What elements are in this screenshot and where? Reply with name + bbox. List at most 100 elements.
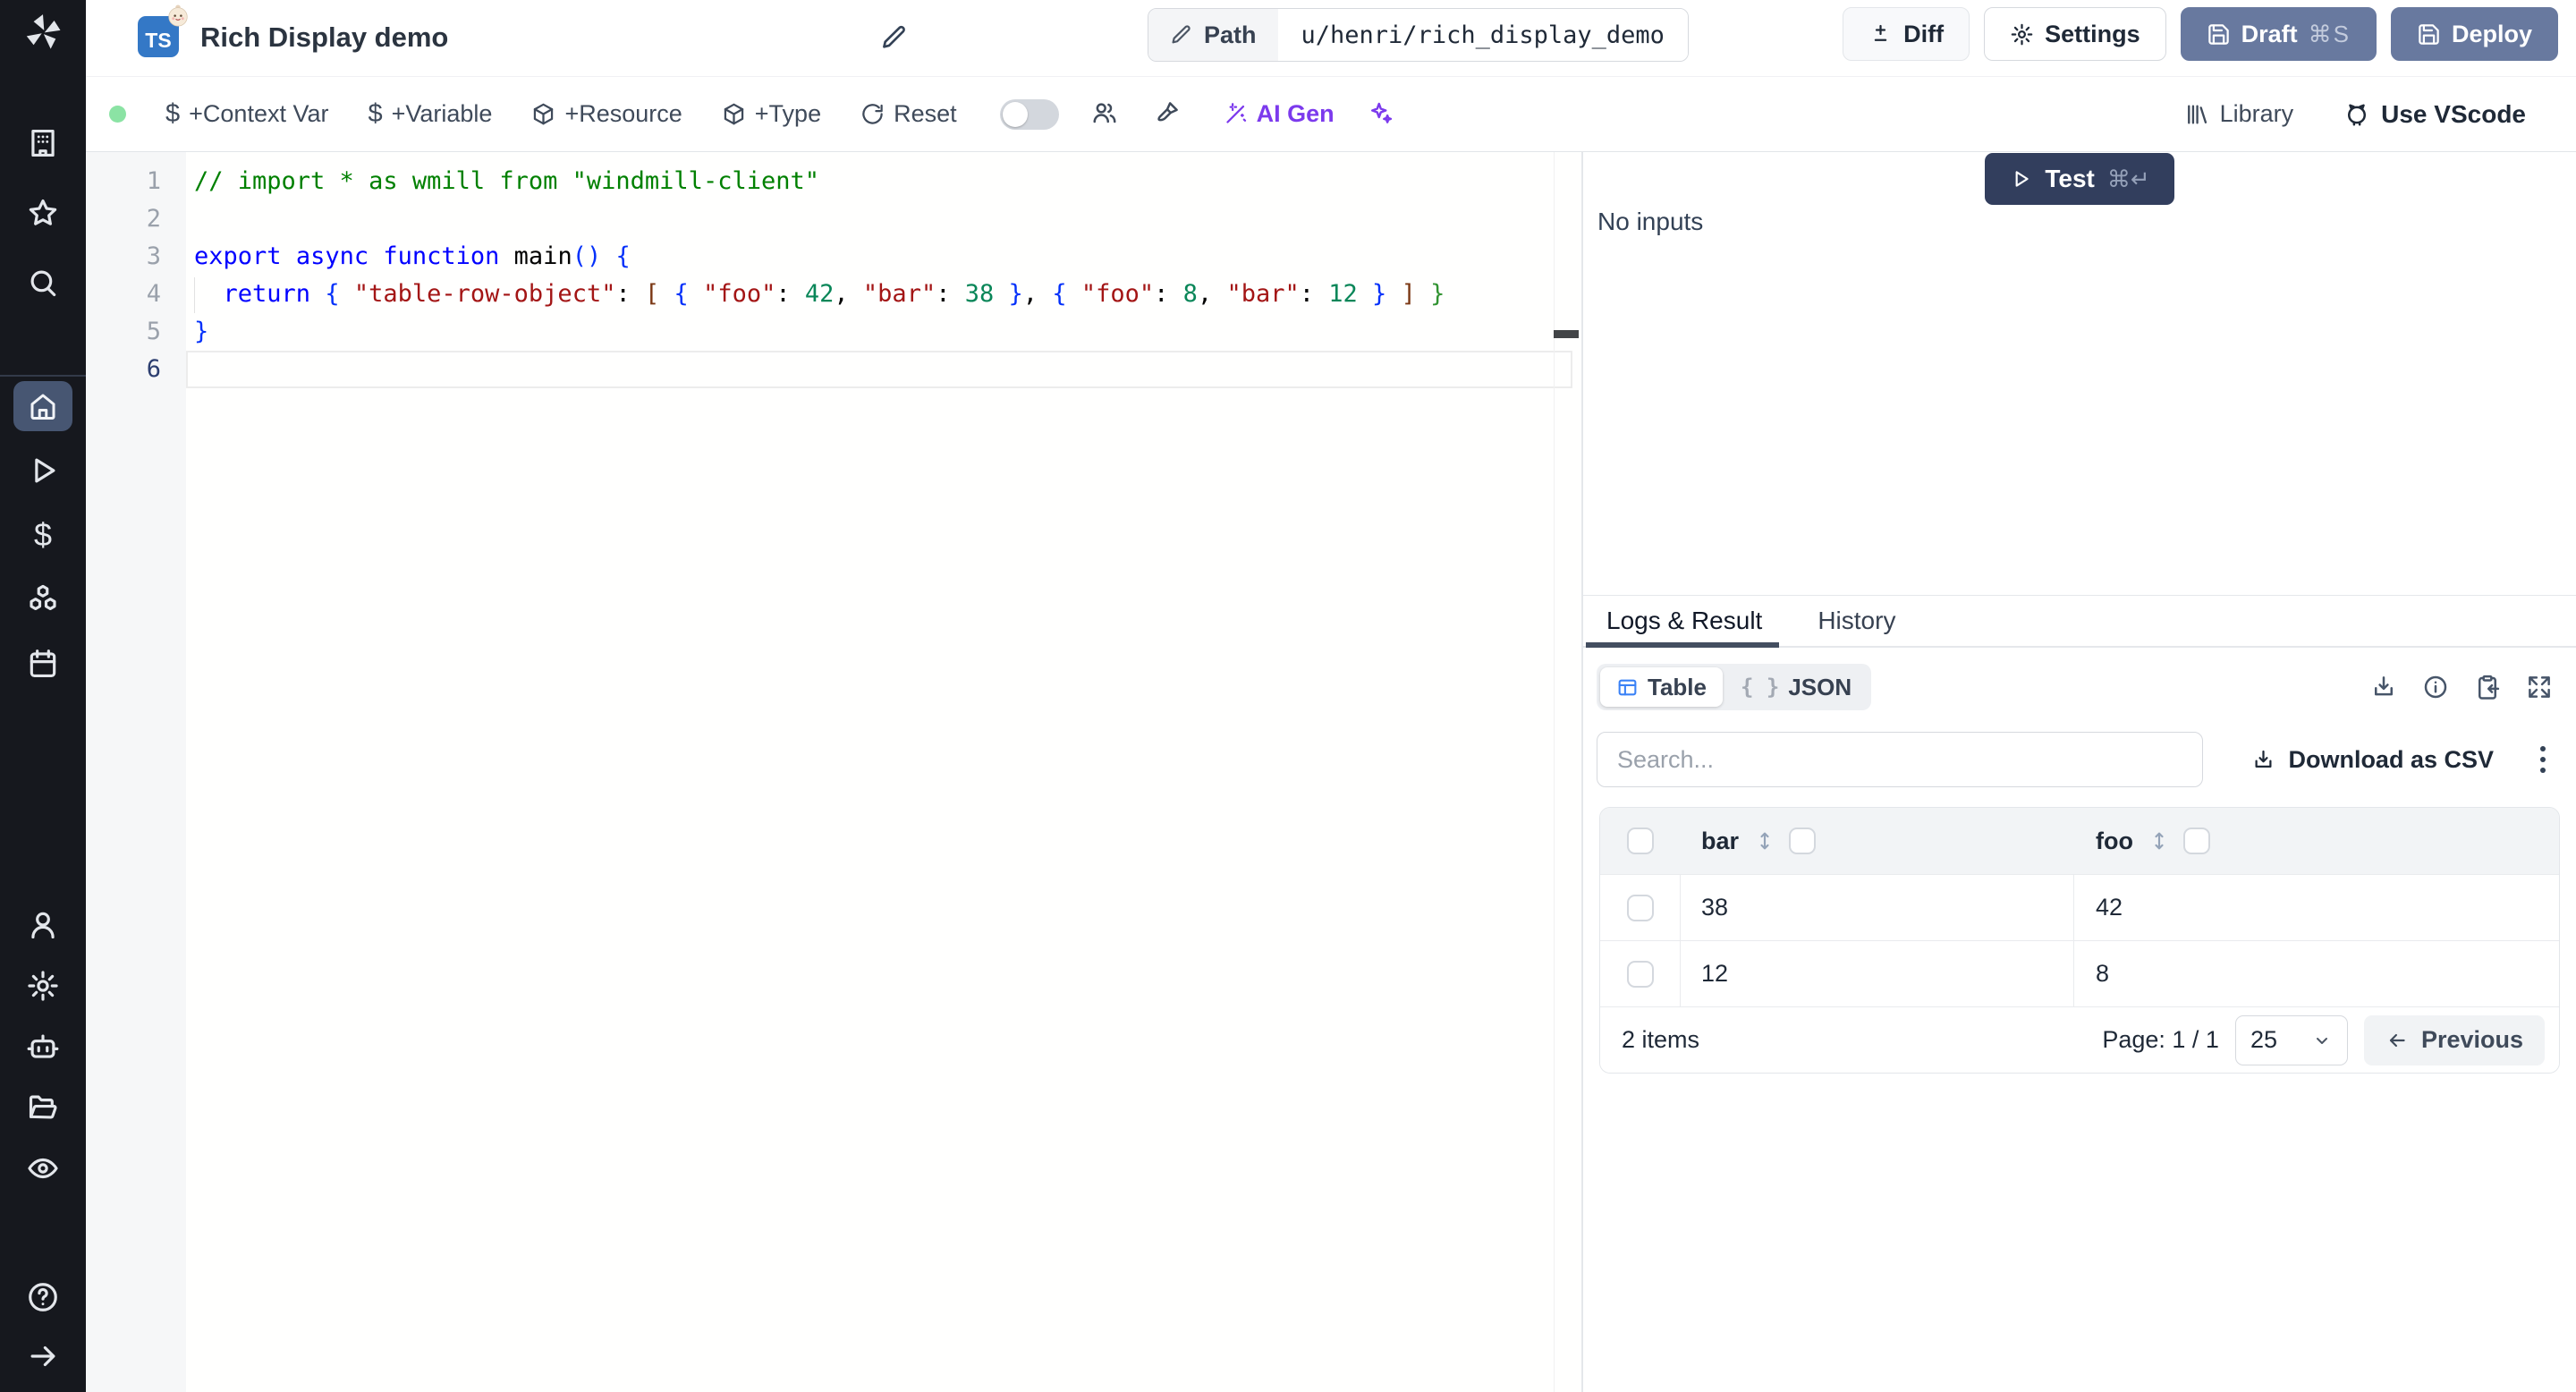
format-brush-icon[interactable]	[1154, 99, 1184, 130]
table-menu-kebab-icon[interactable]	[2535, 741, 2551, 778]
page-indicator: Page: 1 / 1	[2102, 1026, 2219, 1053]
result-table: bar foo 38 42 12 8 2 items Page: 1 / 1 25	[1599, 807, 2560, 1074]
active-tab-underline	[1586, 642, 1779, 648]
download-icon[interactable]	[2370, 674, 2397, 700]
sidebar-item-users-icon[interactable]	[25, 907, 61, 943]
sidebar-item-folders-icon[interactable]	[25, 1090, 61, 1125]
page-size-select[interactable]: 25	[2234, 1014, 2348, 1065]
tab-history[interactable]: History	[1818, 607, 1895, 635]
table-icon	[1618, 679, 1637, 695]
code-line[interactable]: // import * as wmill from "windmill-clie…	[186, 163, 1572, 200]
editor-toolbar: $ +Context Var $ +Variable +Resource +Ty…	[86, 77, 2576, 152]
test-shortcut: ⌘↵	[2106, 165, 2150, 192]
sidebar-item-resources-cubes-icon[interactable]	[25, 581, 61, 617]
column-filter-checkbox-foo[interactable]	[2182, 828, 2210, 854]
column-header-foo[interactable]: foo	[2096, 828, 2133, 855]
code-line[interactable]: export async function main() {	[186, 238, 1572, 276]
settings-button[interactable]: Settings	[1984, 7, 2166, 61]
chevron-down-icon	[2316, 1037, 2327, 1044]
code-line[interactable]	[186, 351, 1572, 388]
result-view-row: Table { } JSON	[1583, 664, 2576, 710]
expand-icon[interactable]	[2526, 674, 2553, 700]
sidebar-expand-arrow-icon[interactable]	[25, 1338, 61, 1374]
line-number: 5	[146, 318, 161, 345]
sidebar-item-home[interactable]	[13, 381, 72, 431]
search-icon[interactable]	[25, 265, 61, 301]
windmill-logo-icon[interactable]	[20, 9, 66, 55]
windmill-script-editor: $ TS Rich Display demo Path u/henri/rich…	[0, 0, 2576, 1392]
diff-icon	[1874, 24, 1887, 41]
sidebar-divider	[0, 375, 86, 377]
collaborators-users-icon[interactable]	[1091, 99, 1122, 130]
draft-button[interactable]: Draft ⌘S	[2180, 7, 2377, 61]
info-icon[interactable]	[2422, 674, 2449, 700]
search-input[interactable]	[1597, 732, 2203, 787]
edit-summary-pencil-icon[interactable]	[880, 23, 909, 52]
braces-icon: { }	[1740, 675, 1780, 700]
reset-rotate-icon	[862, 104, 883, 124]
add-context-var-button[interactable]: $ +Context Var	[165, 99, 328, 129]
add-resource-button[interactable]: +Resource	[531, 100, 682, 128]
line-number: 3	[146, 242, 161, 270]
path-label-segment: Path	[1148, 9, 1278, 61]
use-vscode-button[interactable]: Use VScode	[2343, 100, 2526, 129]
view-option-table[interactable]: Table	[1600, 667, 1723, 707]
favorites-star-icon[interactable]	[25, 195, 61, 231]
reset-button[interactable]: Reset	[860, 100, 957, 128]
sort-icon[interactable]	[1753, 829, 1776, 853]
save-icon	[2207, 23, 2229, 45]
sidebar-item-audit-eye-icon[interactable]	[25, 1150, 61, 1186]
ai-gen-button[interactable]: AI Gen	[1224, 100, 1335, 128]
deploy-button[interactable]: Deploy	[2390, 7, 2558, 61]
code-line[interactable]: return { "table-row-object": [ { "foo": …	[186, 276, 1572, 313]
play-icon	[2015, 171, 2029, 187]
library-icon	[2187, 105, 2207, 123]
row-checkbox[interactable]	[1626, 960, 1654, 988]
table-footer: 2 items Page: 1 / 1 25 Previous	[1600, 1006, 2559, 1073]
download-csv-button[interactable]: Download as CSV	[2251, 746, 2494, 774]
help-icon[interactable]	[25, 1279, 61, 1315]
no-inputs-text: No inputs	[1597, 208, 1704, 235]
tab-logs-result[interactable]: Logs & Result	[1606, 607, 1762, 635]
view-option-json[interactable]: { } JSON	[1724, 667, 1868, 707]
table-row: 12 8	[1600, 940, 2559, 1006]
script-status-dot	[109, 106, 126, 123]
result-panel: Logs & Result History Table { } JSON Sea…	[1583, 595, 2576, 1392]
package-icon	[534, 103, 554, 125]
code-line[interactable]	[186, 200, 1572, 238]
add-variable-button[interactable]: $ +Variable	[368, 99, 492, 129]
assistant-toggle[interactable]	[999, 98, 1059, 130]
sidebar-item-variables-dollar-icon[interactable]: $	[25, 516, 61, 553]
wand-icon	[1226, 103, 1246, 123]
sort-icon[interactable]	[2148, 829, 2171, 853]
cell-foo: 8	[2096, 960, 2110, 987]
clipboard-import-icon[interactable]	[2474, 674, 2501, 700]
sidebar-item-settings-gear-icon[interactable]	[25, 968, 61, 1004]
vscode-cat-icon	[2348, 104, 2367, 125]
library-button[interactable]: Library	[2184, 100, 2293, 128]
add-type-button[interactable]: +Type	[722, 100, 821, 128]
row-checkbox[interactable]	[1626, 894, 1654, 921]
code-line[interactable]: }	[186, 313, 1572, 351]
table-header-row: bar foo	[1600, 808, 2559, 874]
workspace-building-icon[interactable]	[25, 125, 61, 161]
previous-page-button[interactable]: Previous	[2363, 1014, 2545, 1065]
sidebar-item-schedules-calendar-icon[interactable]	[25, 646, 61, 682]
select-all-checkbox[interactable]	[1627, 828, 1654, 854]
sparkles-icon[interactable]	[1367, 99, 1397, 130]
sidebar-item-runs-play-icon[interactable]	[25, 453, 61, 488]
test-button[interactable]: Test ⌘↵	[1985, 153, 2174, 205]
cell-bar: 38	[1681, 875, 2074, 940]
sidebar-item-workers-bot-icon[interactable]	[25, 1029, 61, 1065]
diff-button[interactable]: Diff	[1843, 7, 1970, 61]
result-tabs: Logs & Result History	[1583, 596, 2576, 648]
run-panel: Test ⌘↵ No inputs	[1583, 152, 2576, 595]
scrollbar-marker[interactable]	[1554, 330, 1579, 338]
column-filter-checkbox-bar[interactable]	[1789, 828, 1817, 854]
page-title: Rich Display demo	[200, 21, 449, 53]
path-button[interactable]: Path u/henri/rich_display_demo	[1148, 8, 1689, 62]
items-count: 2 items	[1622, 1026, 1700, 1053]
code-lines[interactable]: // import * as wmill from "windmill-clie…	[186, 152, 1572, 388]
column-header-bar[interactable]: bar	[1701, 828, 1739, 855]
code-editor: 1 2 3 4 5 6 // import * as wmill from "windmi…	[86, 152, 1581, 1392]
